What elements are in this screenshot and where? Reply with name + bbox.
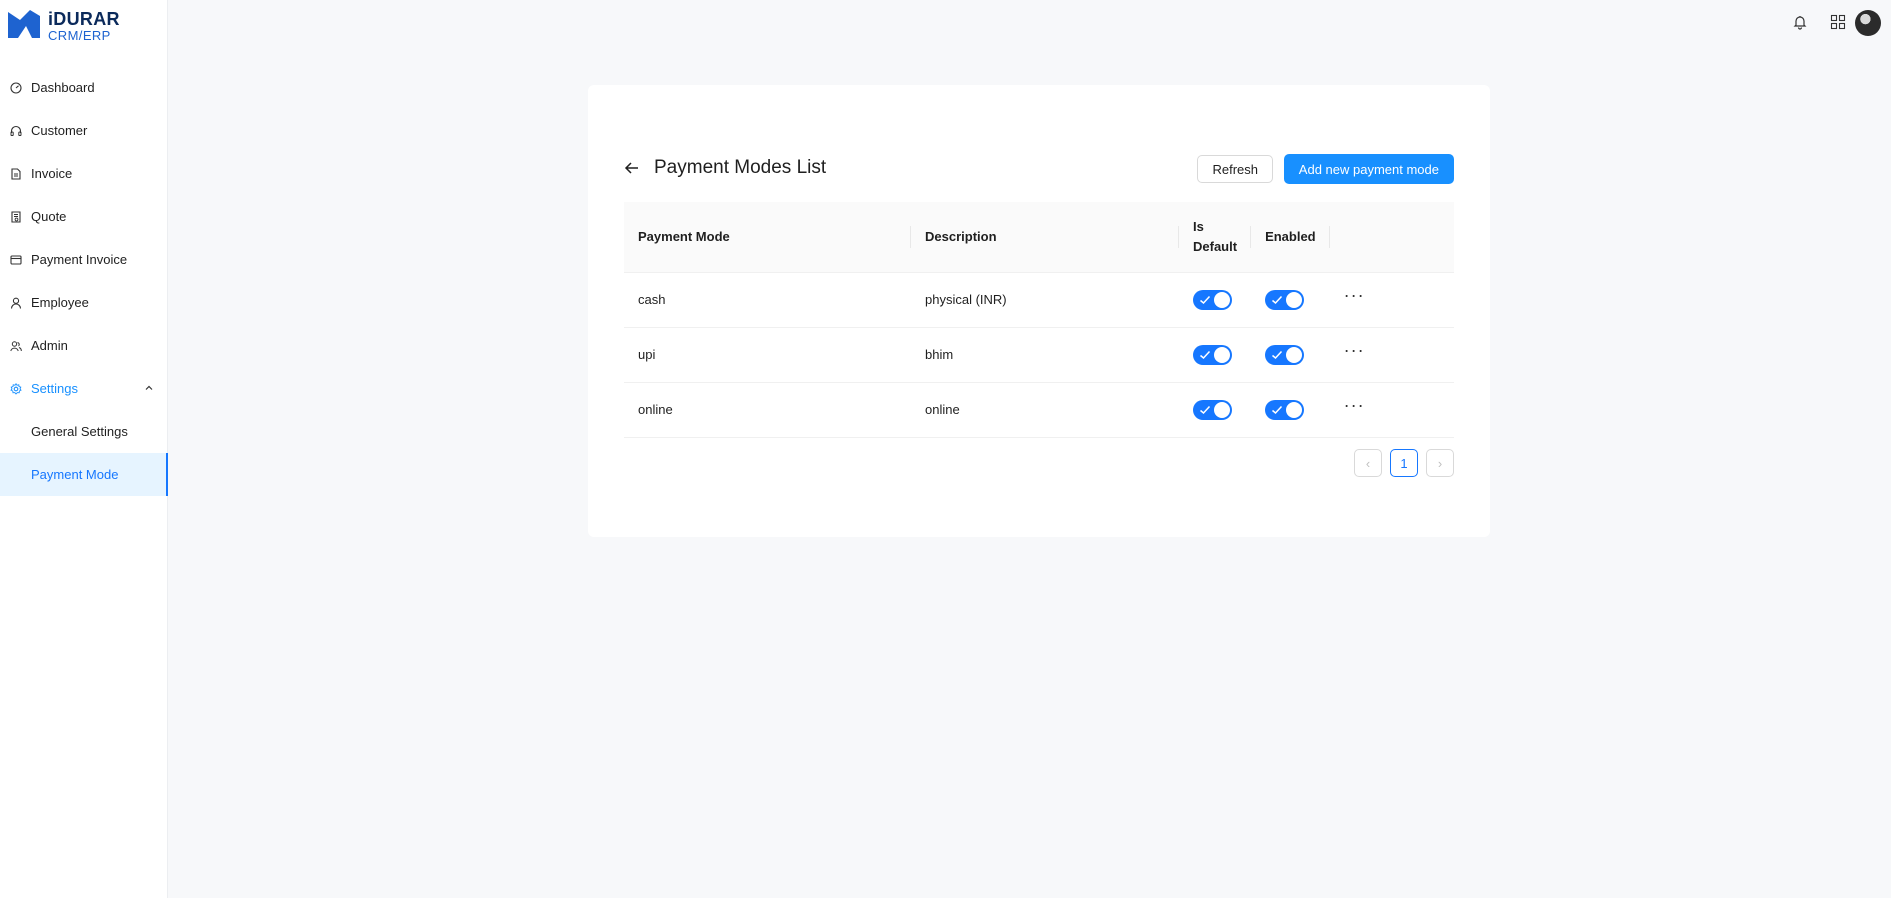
is-default-toggle[interactable] xyxy=(1193,344,1232,365)
sidebar-item-settings[interactable]: Settings xyxy=(0,367,168,410)
chevron-up-icon xyxy=(145,385,153,390)
payment-modes-table: Payment Mode Description Is Default Enabl… xyxy=(624,202,1454,438)
column-header-actions xyxy=(1329,202,1454,273)
sidebar-item-admin[interactable]: Admin xyxy=(0,324,168,367)
add-payment-mode-button[interactable]: Add new payment mode xyxy=(1283,154,1454,184)
check-icon xyxy=(1200,295,1211,304)
cell-payment-mode: cash xyxy=(624,272,911,328)
sidebar: iDURAR CRM/ERP Dashboard Customer Invoic… xyxy=(0,0,168,898)
sidebar-item-label: General Settings xyxy=(31,424,128,439)
team-icon xyxy=(10,340,22,352)
pagination-prev-button[interactable]: ‹ xyxy=(1354,449,1382,477)
payment-modes-card: Payment Modes List Refresh Add new payme… xyxy=(588,85,1490,537)
sidebar-menu: Dashboard Customer Invoice Quote Payment… xyxy=(0,66,168,496)
column-header-is-default[interactable]: Is Default xyxy=(1179,202,1252,273)
sidebar-item-label: Employee xyxy=(31,295,89,310)
file-icon xyxy=(10,167,22,180)
cell-enabled xyxy=(1251,327,1330,383)
sidebar-item-label: Payment Invoice xyxy=(31,252,128,267)
sidebar-item-label: Quote xyxy=(31,209,67,224)
refresh-button[interactable]: Refresh xyxy=(1197,155,1273,183)
pagination: ‹ 1 › xyxy=(1354,449,1454,477)
column-header-payment-mode[interactable]: Payment Mode xyxy=(624,202,911,273)
gear-icon xyxy=(10,382,22,395)
sidebar-item-label: Invoice xyxy=(31,166,73,181)
cell-description: bhim xyxy=(911,327,1179,383)
sidebar-item-label: Settings xyxy=(31,381,78,396)
cell-actions: ··· xyxy=(1329,272,1454,328)
user-icon xyxy=(10,297,22,309)
brand-title: iDURAR xyxy=(48,9,120,29)
sidebar-item-invoice[interactable]: Invoice xyxy=(0,152,168,195)
check-icon xyxy=(1200,350,1211,359)
logo-mark-icon xyxy=(8,10,40,38)
file-sync-icon xyxy=(10,210,22,223)
cell-is-default xyxy=(1179,327,1252,383)
card-header: Payment Modes List Refresh Add new payme… xyxy=(624,152,1454,184)
pagination-next-button[interactable]: › xyxy=(1426,449,1454,477)
pagination-page-button[interactable]: 1 xyxy=(1390,449,1418,477)
cell-payment-mode: online xyxy=(624,382,911,438)
sidebar-item-quote[interactable]: Quote xyxy=(0,195,168,238)
apps-icon[interactable] xyxy=(1828,12,1848,32)
cell-enabled xyxy=(1251,272,1330,328)
check-icon xyxy=(1272,350,1283,359)
sidebar-item-general-settings[interactable]: General Settings xyxy=(0,410,168,453)
sidebar-item-label: Payment Mode xyxy=(31,467,119,482)
check-icon xyxy=(1272,295,1283,304)
cell-enabled xyxy=(1251,382,1330,438)
more-actions-icon[interactable]: ··· xyxy=(1344,340,1365,361)
brand-logo[interactable]: iDURAR CRM/ERP xyxy=(8,10,120,42)
table-header-row: Payment Mode Description Is Default Enabl… xyxy=(624,202,1454,273)
sidebar-item-payment-invoice[interactable]: Payment Invoice xyxy=(0,238,168,281)
credit-card-icon xyxy=(10,254,22,266)
enabled-toggle[interactable] xyxy=(1265,399,1305,420)
more-actions-icon[interactable]: ··· xyxy=(1344,285,1365,306)
sidebar-item-customer[interactable]: Customer xyxy=(0,109,168,152)
enabled-toggle[interactable] xyxy=(1265,344,1305,365)
cell-description: online xyxy=(911,382,1179,438)
sidebar-item-dashboard[interactable]: Dashboard xyxy=(0,66,168,109)
is-default-toggle[interactable] xyxy=(1193,399,1232,420)
cell-payment-mode: upi xyxy=(624,327,911,383)
dashboard-icon xyxy=(10,81,22,94)
back-arrow-icon[interactable] xyxy=(624,160,640,176)
more-actions-icon[interactable]: ··· xyxy=(1344,395,1365,416)
table-row: online online ··· xyxy=(624,382,1454,438)
enabled-toggle[interactable] xyxy=(1265,289,1305,310)
cell-actions: ··· xyxy=(1329,327,1454,383)
avatar[interactable] xyxy=(1855,10,1881,36)
cell-actions: ··· xyxy=(1329,382,1454,438)
cell-is-default xyxy=(1179,382,1252,438)
sidebar-item-label: Customer xyxy=(31,123,88,138)
table-row: cash physical (INR) ··· xyxy=(624,272,1454,328)
sidebar-item-payment-mode[interactable]: Payment Mode xyxy=(0,453,168,496)
column-header-description[interactable]: Description xyxy=(911,202,1179,273)
brand-subtitle: CRM/ERP xyxy=(48,28,111,43)
check-icon xyxy=(1272,405,1283,414)
is-default-toggle[interactable] xyxy=(1193,289,1232,310)
cell-description: physical (INR) xyxy=(911,272,1179,328)
sidebar-item-employee[interactable]: Employee xyxy=(0,281,168,324)
column-header-enabled[interactable]: Enabled xyxy=(1251,202,1330,273)
bell-icon[interactable] xyxy=(1790,12,1810,32)
check-icon xyxy=(1200,405,1211,414)
headset-icon xyxy=(10,125,22,137)
page-title: Payment Modes List xyxy=(654,157,827,178)
sidebar-item-label: Admin xyxy=(31,338,68,353)
table-row: upi bhim ··· xyxy=(624,327,1454,383)
cell-is-default xyxy=(1179,272,1252,328)
sidebar-item-label: Dashboard xyxy=(31,80,95,95)
